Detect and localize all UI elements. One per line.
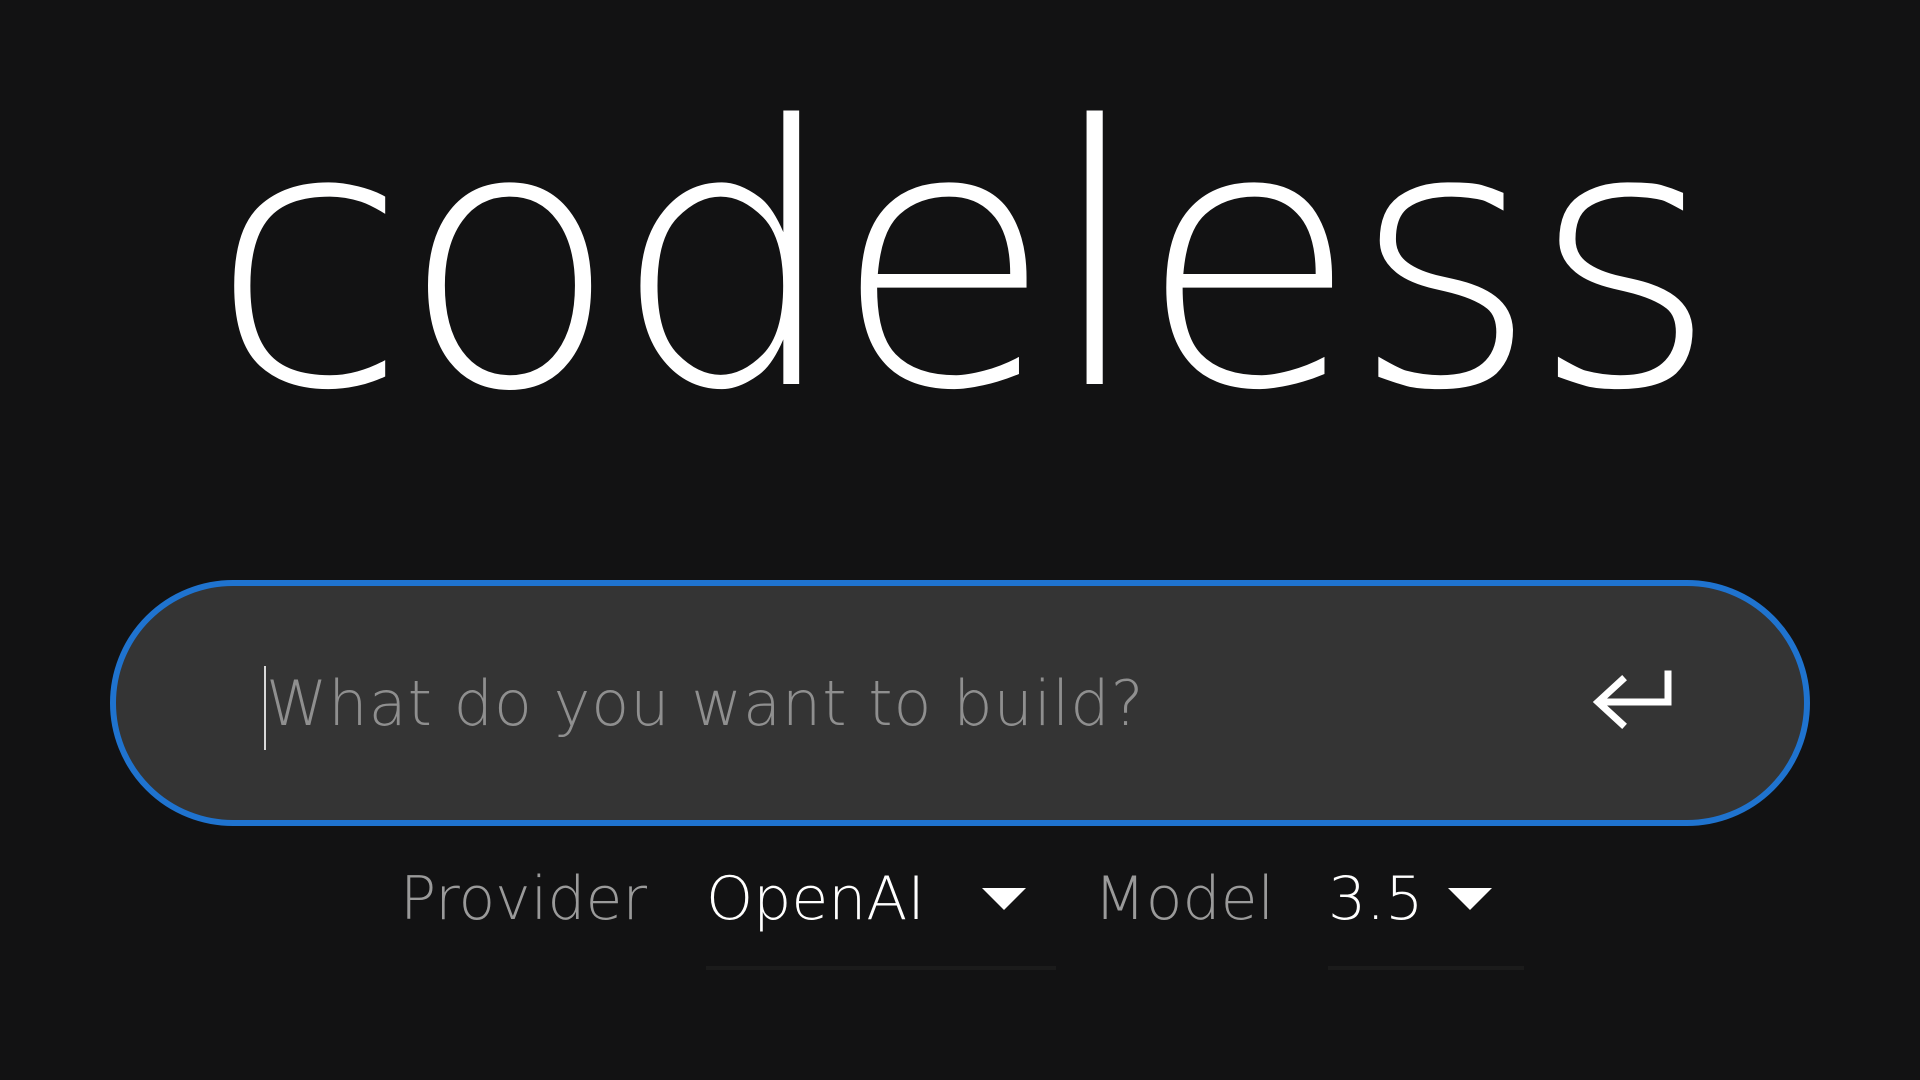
model-underline <box>1328 966 1524 970</box>
app-logo: codeless <box>209 50 1719 469</box>
model-value[interactable]: 3.5 <box>1328 864 1423 934</box>
chevron-down-icon[interactable] <box>982 888 1026 910</box>
enter-return-icon <box>1592 670 1672 729</box>
model-controls: Provider OpenAI Model 3.5 <box>0 858 1920 978</box>
model-label: Model <box>1094 864 1275 934</box>
provider-value[interactable]: OpenAI <box>706 864 925 934</box>
provider-underline <box>706 966 1056 970</box>
app-page: codeless Provider OpenAI Model 3.5 <box>0 0 1920 1080</box>
submit-button[interactable] <box>1584 664 1684 744</box>
provider-label: Provider <box>400 864 648 934</box>
chevron-down-icon[interactable] <box>1448 888 1492 910</box>
prompt-field-container[interactable] <box>110 580 1810 826</box>
prompt-input[interactable] <box>266 642 1566 764</box>
